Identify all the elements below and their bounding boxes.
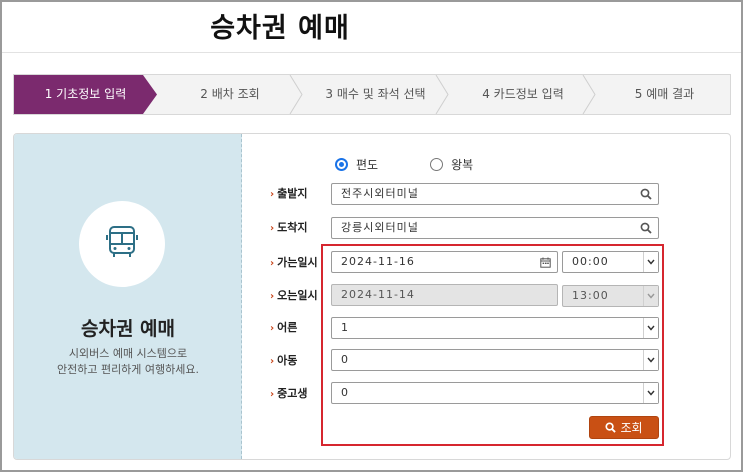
intro-title: 승차권 예매 [80, 318, 175, 340]
round-trip-radio[interactable] [430, 157, 444, 171]
intro-desc-line-2: 안전하고 편리하게 여행하세요. [56, 363, 200, 376]
arrival-label: › 도착지 [270, 221, 308, 234]
trip-type-group: 편도 왕복 [321, 156, 473, 172]
round-trip-label: 왕복 [451, 157, 474, 172]
one-way-label: 편도 [356, 157, 379, 172]
step-5-result: 5 예매 결과 [634, 87, 695, 101]
search-button[interactable]: 조회 [589, 416, 659, 439]
arrival-value: 강릉시외터미널 [341, 221, 419, 234]
departure-input[interactable]: 전주시외터미널 [331, 183, 659, 205]
step-divider [582, 75, 596, 114]
step-4-card-info: 4 카드정보 입력 [482, 87, 564, 101]
intro-description: 시외버스 예매 시스템으로 안전하고 편리하게 여행하세요. [14, 346, 242, 378]
step-3-seat-selection: 3 매수 및 좌석 선택 [325, 87, 426, 101]
bus-icon-circle [79, 201, 165, 287]
depart-datetime-label: › 가는일시 [270, 256, 318, 269]
page-title: 승차권 예매 [210, 13, 350, 44]
step-divider [435, 75, 449, 114]
label-arrow-icon: › [270, 223, 275, 234]
search-icon[interactable] [640, 184, 652, 204]
label-arrow-icon: › [270, 258, 275, 269]
round-trip-option[interactable]: 왕복 [430, 156, 473, 173]
step-progress: 1 기초정보 입력 2 배차 조회 3 매수 및 좌석 선택 4 카드정보 입력… [13, 74, 731, 115]
one-way-radio[interactable] [335, 157, 348, 171]
intro-desc-line-1: 시외버스 예매 시스템으로 [68, 347, 188, 360]
label-arrow-icon: › [270, 323, 275, 334]
label-arrow-icon: › [270, 189, 275, 200]
label-arrow-icon: › [270, 389, 275, 400]
student-label: › 중고생 [270, 387, 308, 400]
departure-label: › 출발지 [270, 187, 308, 200]
departure-value: 전주시외터미널 [341, 187, 419, 200]
label-arrow-icon: › [270, 356, 275, 367]
bus-icon [102, 222, 142, 266]
adult-label: › 어른 [270, 321, 298, 334]
return-datetime-label: › 오는일시 [270, 289, 318, 302]
title-divider [2, 52, 741, 53]
arrival-input[interactable]: 강릉시외터미널 [331, 217, 659, 239]
one-way-option[interactable]: 편도 [335, 156, 378, 173]
step-2-dispatch-lookup: 2 배차 조회 [200, 87, 260, 101]
search-icon [605, 422, 617, 433]
search-button-label: 조회 [620, 421, 643, 435]
child-label: › 아동 [270, 354, 298, 367]
step-divider [289, 75, 303, 114]
step-1-basic-info: 1 기초정보 입력 [14, 75, 157, 114]
search-icon[interactable] [640, 218, 652, 238]
intro-column: 승차권 예매 시외버스 예매 시스템으로 안전하고 편리하게 여행하세요. [14, 134, 242, 459]
label-arrow-icon: › [270, 291, 275, 302]
